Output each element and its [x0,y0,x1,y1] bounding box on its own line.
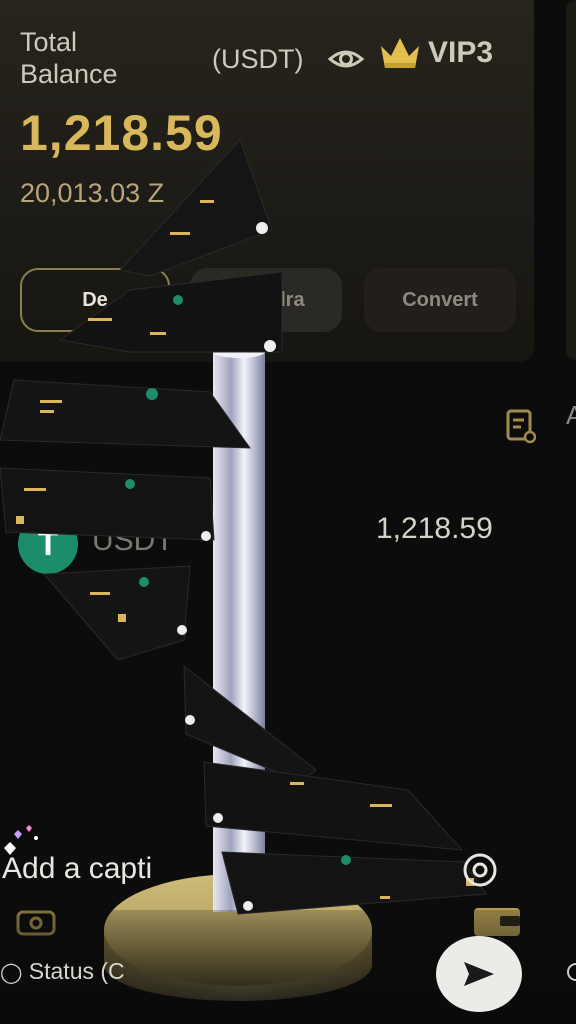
status-label: Status (C [28,958,125,984]
caption-input[interactable]: Add a capti [2,852,152,886]
send-icon [464,962,494,986]
total-balance-label: Total Balance [20,27,118,89]
spiral-panel [0,379,251,449]
vip-level-badge: VIP3 [428,36,494,69]
spiral-panel [0,467,215,541]
spiral-panel [221,851,487,915]
partial-icon [567,963,576,981]
crown-icon [381,38,419,68]
status-icon: ◯ [0,962,23,984]
spiral-panel [42,565,191,661]
eye-icon[interactable] [328,44,364,74]
currency-label: (USDT) [212,44,304,74]
status-audience-selector[interactable]: ◯ Status (C [0,958,125,985]
send-button[interactable] [436,936,522,1012]
mention-icon[interactable] [462,852,498,888]
spiral-panel [119,139,273,277]
spiral-panel [58,271,283,353]
